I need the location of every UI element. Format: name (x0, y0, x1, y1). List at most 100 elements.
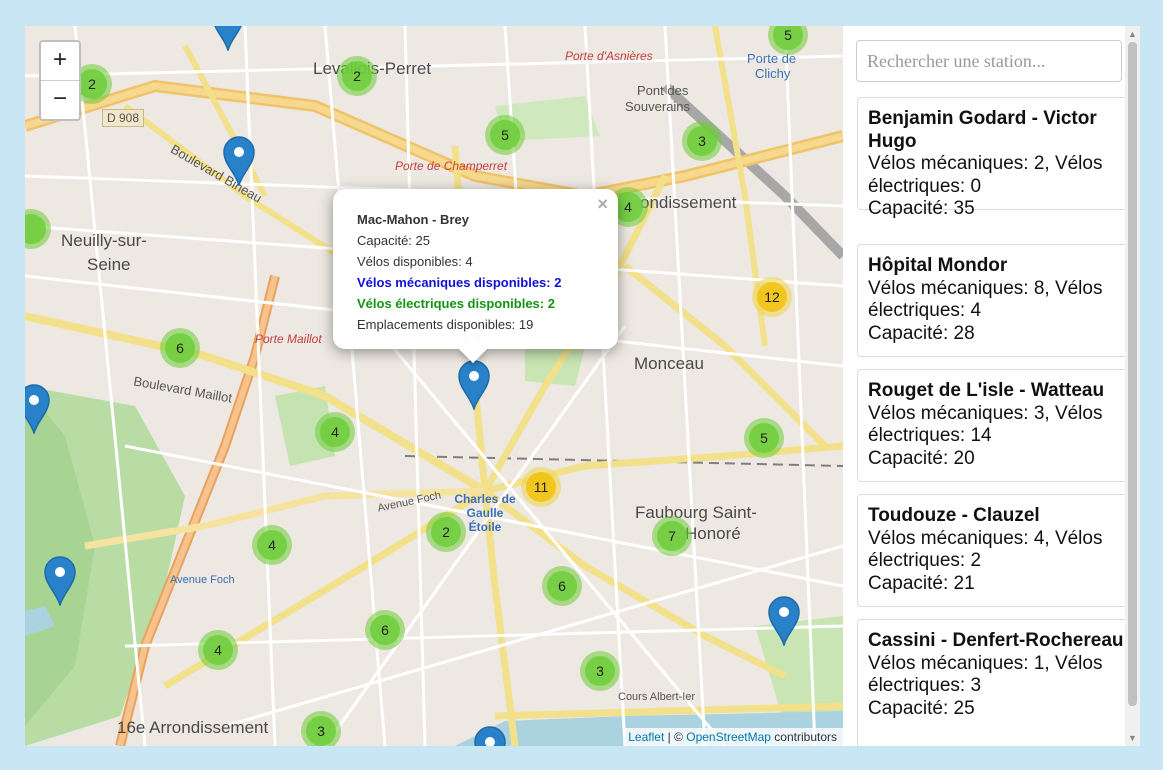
station-marker-icon[interactable] (473, 726, 507, 746)
cluster-marker[interactable]: 3 (301, 711, 341, 746)
cluster-marker[interactable]: 5 (485, 115, 525, 155)
place-label: Porte Maillot (255, 332, 322, 346)
cluster-count: 2 (342, 61, 372, 91)
cluster-count: 4 (203, 635, 233, 665)
cluster-marker[interactable]: 2 (426, 512, 466, 552)
station-name: Rouget de L'isle - Watteau (868, 380, 1105, 401)
cluster-marker[interactable]: 11 (521, 467, 561, 507)
zoom-control: + − (39, 40, 81, 121)
osm-link[interactable]: OpenStreetMap (686, 730, 771, 744)
map-attribution: Leaflet | © OpenStreetMap contributors (624, 728, 843, 746)
station-bikes: Vélos mécaniques: 3, Vélos électriques: … (868, 402, 1103, 447)
cluster-marker[interactable]: 3 (580, 651, 620, 691)
cluster-count: 5 (749, 423, 779, 453)
road-shield: D 908 (102, 109, 145, 127)
station-card[interactable]: Hôpital Mondor Vélos mécaniques: 8, Vélo… (857, 244, 1139, 357)
station-name: Cassini - Denfert-Rochereau (868, 630, 1124, 651)
cluster-marker[interactable]: 6 (365, 610, 405, 650)
cluster-marker[interactable]: 2 (337, 56, 377, 96)
zoom-out-button[interactable]: − (41, 81, 79, 119)
search-input[interactable]: Rechercher une station... (856, 40, 1122, 82)
app-window: + − Levallois-Perret Neuilly-sur- Seine … (25, 26, 1140, 746)
place-label: Porte d'Asnières (565, 49, 653, 63)
place-label: 16e Arrondissement (117, 718, 269, 737)
map-view[interactable]: + − Levallois-Perret Neuilly-sur- Seine … (25, 26, 843, 746)
station-marker-icon[interactable] (457, 360, 491, 410)
popup-title: Mac-Mahon - Brey (357, 212, 469, 227)
popup-docks: Emplacements disponibles: 19 (357, 317, 534, 332)
place-label: Porte de Champerret (395, 159, 508, 173)
cluster-marker[interactable]: 4 (198, 630, 238, 670)
cluster-count: 11 (526, 472, 556, 502)
cluster-count (25, 214, 46, 244)
cluster-count: 5 (773, 26, 803, 50)
place-label: Neuilly-sur- (61, 231, 147, 250)
place-label: Seine (87, 255, 131, 274)
cluster-marker[interactable]: 6 (160, 328, 200, 368)
scrollbar-thumb[interactable] (1128, 42, 1137, 706)
station-bikes: Vélos mécaniques: 4, Vélos électriques: … (868, 527, 1103, 572)
cluster-count: 4 (320, 417, 350, 447)
popup-capacity: Capacité: 25 (357, 233, 430, 248)
street-label: Avenue Foch (170, 574, 235, 586)
station-marker-icon[interactable] (222, 136, 256, 186)
cluster-count: 3 (687, 126, 717, 156)
cluster-count: 4 (257, 530, 287, 560)
cluster-count: 2 (431, 517, 461, 547)
cluster-marker[interactable]: 5 (744, 418, 784, 458)
station-name: Toudouze - Clauzel (868, 505, 1040, 526)
station-capacity: Capacité: 25 (868, 697, 975, 719)
place-label: Souverains (625, 99, 691, 114)
cluster-count: 3 (585, 656, 615, 686)
station-bikes: Vélos mécaniques: 2, Vélos électriques: … (868, 153, 1103, 197)
station-name: Benjamin Godard - Victor Hugo (868, 108, 1097, 152)
cluster-count: 7 (657, 521, 687, 551)
cluster-marker[interactable]: 12 (752, 277, 792, 317)
cluster-marker[interactable]: 6 (542, 566, 582, 606)
cluster-count: 3 (306, 716, 336, 746)
scroll-up-icon[interactable]: ▲ (1128, 28, 1137, 40)
station-marker-icon[interactable] (25, 384, 51, 434)
place-label: Honoré (685, 524, 741, 543)
cluster-count: 6 (547, 571, 577, 601)
popup-mechanical: Vélos mécaniques disponibles: 2 (357, 275, 562, 290)
cluster-marker[interactable]: 3 (682, 121, 722, 161)
cluster-marker[interactable]: 7 (652, 516, 692, 556)
station-marker-icon[interactable] (767, 596, 801, 646)
popup-bikes: Vélos disponibles: 4 (357, 254, 473, 269)
station-bikes: Vélos mécaniques: 8, Vélos électriques: … (868, 277, 1103, 322)
cluster-count: 5 (490, 120, 520, 150)
station-card[interactable]: Toudouze - Clauzel Vélos mécaniques: 4, … (857, 494, 1139, 607)
street-label: Cours Albert-Ier (618, 691, 696, 703)
station-capacity: Capacité: 20 (868, 447, 975, 469)
place-label: Monceau (634, 354, 704, 373)
place-label: Faubourg Saint- (635, 503, 757, 522)
station-marker-icon[interactable] (211, 26, 245, 51)
place-label: ondissement (640, 193, 737, 212)
station-popup: × Mac-Mahon - Brey Capacité: 25 Vélos di… (333, 189, 618, 364)
station-card[interactable]: Cassini - Denfert-Rochereau Vélos mécani… (857, 619, 1139, 746)
cluster-count: 12 (757, 282, 787, 312)
popup-close-button[interactable]: × (597, 194, 608, 215)
cluster-count: 2 (77, 69, 107, 99)
scroll-down-icon[interactable]: ▼ (1128, 732, 1137, 744)
station-name: Hôpital Mondor (868, 255, 1008, 276)
zoom-in-button[interactable]: + (41, 42, 79, 81)
station-bikes: Vélos mécaniques: 1, Vélos électriques: … (868, 652, 1103, 697)
station-capacity: Capacité: 35 (868, 198, 975, 219)
place-label: Clichy (755, 66, 791, 81)
popup-electric: Vélos électriques disponibles: 2 (357, 296, 555, 311)
station-marker-icon[interactable] (43, 556, 77, 606)
station-sidebar: Rechercher une station... Benjamin Godar… (843, 26, 1140, 746)
cluster-count: 6 (370, 615, 400, 645)
leaflet-link[interactable]: Leaflet (628, 730, 664, 744)
place-label: Pont des (637, 83, 689, 98)
station-card[interactable]: Benjamin Godard - Victor Hugo Vélos méca… (857, 97, 1139, 219)
station-capacity: Capacité: 28 (868, 322, 975, 344)
cluster-marker[interactable]: 4 (252, 525, 292, 565)
sidebar-scrollbar[interactable]: ▲ ▼ (1125, 26, 1140, 746)
station-card[interactable]: Rouget de L'isle - Watteau Vélos mécaniq… (857, 369, 1139, 482)
station-capacity: Capacité: 21 (868, 572, 975, 594)
cluster-count: 6 (165, 333, 195, 363)
cluster-marker[interactable]: 4 (315, 412, 355, 452)
